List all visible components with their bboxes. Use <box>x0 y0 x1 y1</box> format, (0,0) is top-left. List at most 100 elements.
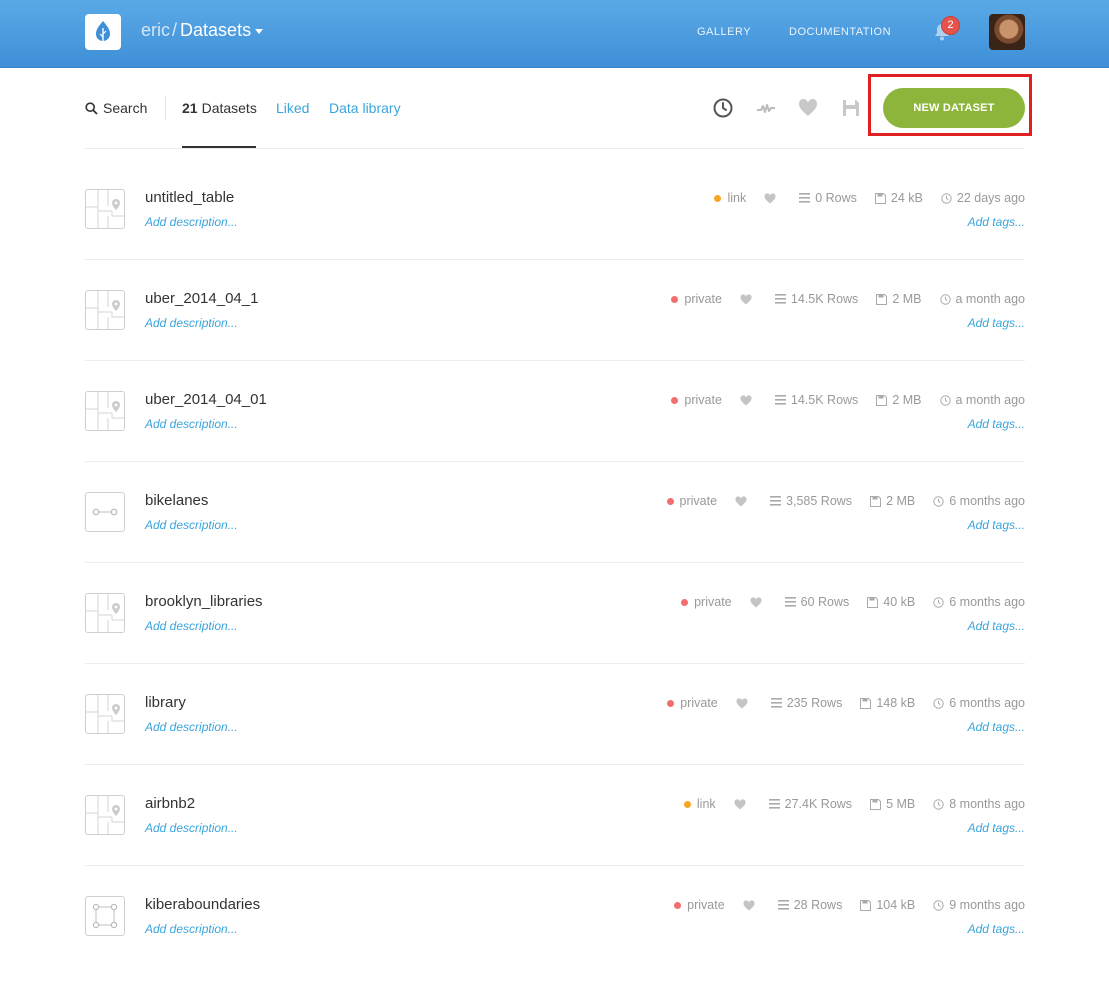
dataset-thumbnail[interactable] <box>85 795 125 835</box>
dataset-name[interactable]: bikelanes <box>145 492 208 509</box>
divider <box>85 663 1025 664</box>
nav-documentation-link[interactable]: DOCUMENTATION <box>789 26 891 38</box>
dataset-thumbnail[interactable] <box>85 189 125 229</box>
dataset-thumbnail[interactable] <box>85 290 125 330</box>
dataset-name[interactable]: airbnb2 <box>145 795 195 812</box>
add-description-link[interactable]: Add description... <box>145 821 238 835</box>
dataset-row[interactable]: brooklyn_libraries Add description... pr… <box>85 593 1025 693</box>
like-button[interactable] <box>735 495 752 507</box>
add-description-link[interactable]: Add description... <box>145 215 238 229</box>
tab-liked[interactable]: Liked <box>276 100 309 116</box>
notification-count-badge[interactable]: 2 <box>941 16 960 35</box>
privacy-indicator[interactable]: private <box>666 494 717 508</box>
like-button[interactable] <box>740 394 757 406</box>
row-count: 235 Rows <box>770 696 842 710</box>
add-tags-link[interactable]: Add tags... <box>968 720 1025 734</box>
activity-icon[interactable] <box>755 97 777 119</box>
dataset-name[interactable]: library <box>145 694 186 711</box>
like-button[interactable] <box>764 192 781 204</box>
nav-gallery-link[interactable]: GALLERY <box>697 26 751 38</box>
last-updated: a month ago <box>939 393 1026 407</box>
new-dataset-button[interactable]: NEW DATASET <box>883 88 1025 128</box>
add-description-link[interactable]: Add description... <box>145 619 238 633</box>
heart-icon <box>734 798 746 809</box>
like-button[interactable] <box>736 697 753 709</box>
dataset-thumbnail[interactable] <box>85 593 125 633</box>
row-count: 14.5K Rows <box>774 393 859 407</box>
dataset-name[interactable]: untitled_table <box>145 189 234 206</box>
floppy-disk-icon <box>867 596 879 608</box>
search-button[interactable]: Search <box>85 100 147 116</box>
dataset-thumbnail[interactable] <box>85 896 125 936</box>
last-updated: 22 days ago <box>941 191 1025 205</box>
add-description-link[interactable]: Add description... <box>145 922 238 936</box>
like-button[interactable] <box>734 798 751 810</box>
dataset-row[interactable]: bikelanes Add description... private 3,5… <box>85 492 1025 592</box>
dataset-row[interactable]: uber_2014_04_1 Add description... privat… <box>85 290 1025 390</box>
map-icon <box>86 190 124 228</box>
dataset-thumbnail[interactable] <box>85 391 125 431</box>
dataset-meta: private 14.5K Rows 2 MB a month ago <box>671 292 1025 306</box>
dataset-row[interactable]: untitled_table Add description... link 0… <box>85 189 1025 289</box>
last-updated: a month ago <box>939 292 1025 306</box>
add-description-link[interactable]: Add description... <box>145 316 238 330</box>
last-updated-label: 8 months ago <box>949 797 1025 811</box>
dataset-name[interactable]: brooklyn_libraries <box>145 593 263 610</box>
clock-icon <box>939 394 951 406</box>
row-count-label: 14.5K Rows <box>790 393 859 407</box>
dataset-name[interactable]: uber_2014_04_01 <box>145 391 267 408</box>
like-button[interactable] <box>750 596 767 608</box>
floppy-disk-icon[interactable] <box>840 97 862 119</box>
privacy-indicator[interactable]: private <box>667 696 718 710</box>
add-description-link[interactable]: Add description... <box>145 417 238 431</box>
dataset-row[interactable]: airbnb2 Add description... link 27.4K Ro… <box>85 795 1025 895</box>
privacy-indicator[interactable]: link <box>714 191 746 205</box>
tab-datasets[interactable]: 21 Datasets <box>182 100 257 116</box>
add-description-link[interactable]: Add description... <box>145 720 238 734</box>
privacy-indicator[interactable]: private <box>674 898 725 912</box>
breadcrumb: eric / Datasets <box>141 20 264 41</box>
dataset-row[interactable]: uber_2014_04_01 Add description... priva… <box>85 391 1025 491</box>
dataset-thumbnail[interactable] <box>85 492 125 532</box>
last-updated-label: 6 months ago <box>949 696 1025 710</box>
like-button[interactable] <box>740 293 757 305</box>
last-updated-label: a month ago <box>955 393 1026 407</box>
add-tags-link[interactable]: Add tags... <box>968 215 1025 229</box>
privacy-indicator[interactable]: link <box>683 797 716 811</box>
dataset-thumbnail[interactable] <box>85 694 125 734</box>
chevron-down-icon[interactable] <box>255 28 264 34</box>
dataset-name[interactable]: uber_2014_04_1 <box>145 290 258 307</box>
add-tags-link[interactable]: Add tags... <box>968 619 1025 633</box>
add-description-link[interactable]: Add description... <box>145 518 238 532</box>
tab-datasets-label: Datasets <box>201 100 257 116</box>
privacy-indicator[interactable]: private <box>671 292 722 306</box>
clock-icon <box>933 798 944 810</box>
heart-icon <box>740 394 752 405</box>
dataset-size-label: 2 MB <box>892 393 922 407</box>
dataset-name[interactable]: kiberaboundaries <box>145 896 260 913</box>
carto-logo-icon[interactable] <box>85 14 121 50</box>
privacy-label: private <box>694 595 732 609</box>
row-count: 27.4K Rows <box>768 797 852 811</box>
add-tags-link[interactable]: Add tags... <box>968 316 1025 330</box>
clock-icon <box>939 293 951 305</box>
dataset-row[interactable]: library Add description... private 235 R… <box>85 694 1025 794</box>
clock-icon[interactable] <box>712 97 734 119</box>
like-button[interactable] <box>743 899 760 911</box>
add-tags-link[interactable]: Add tags... <box>968 417 1025 431</box>
user-avatar[interactable] <box>989 14 1025 50</box>
add-tags-link[interactable]: Add tags... <box>968 922 1025 936</box>
breadcrumb-user[interactable]: eric <box>141 20 170 40</box>
privacy-indicator[interactable]: private <box>681 595 732 609</box>
row-count: 14.5K Rows <box>774 292 858 306</box>
breadcrumb-current-section[interactable]: Datasets <box>180 20 251 40</box>
heart-icon[interactable] <box>797 97 819 119</box>
add-tags-link[interactable]: Add tags... <box>968 821 1025 835</box>
add-tags-link[interactable]: Add tags... <box>968 518 1025 532</box>
rows-icon <box>774 395 786 405</box>
tab-data-library[interactable]: Data library <box>329 100 401 116</box>
dataset-row[interactable]: kiberaboundaries Add description... priv… <box>85 896 1025 996</box>
privacy-dot-icon <box>674 901 682 909</box>
polygon-icon <box>92 903 118 929</box>
privacy-indicator[interactable]: private <box>671 393 722 407</box>
